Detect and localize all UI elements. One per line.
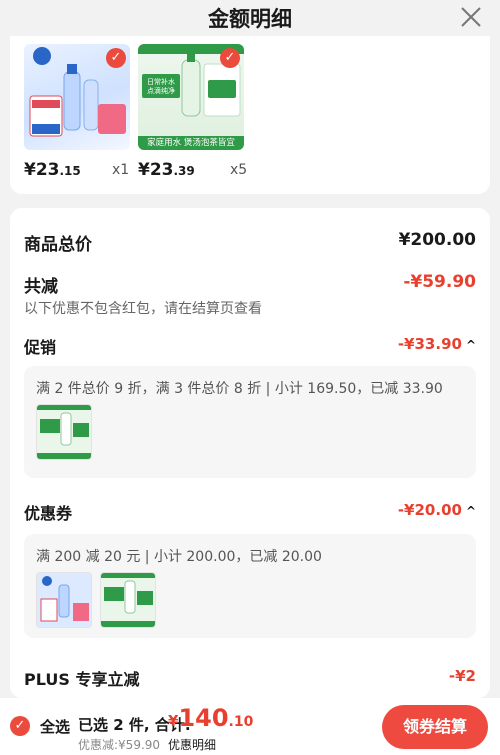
goods-total-value: ¥200.00 (398, 230, 476, 250)
product-banner: 日常补水 点滴纯净 (147, 78, 175, 95)
promotion-value: -¥33.90 (397, 335, 462, 353)
total-amount: ¥140.10 (168, 704, 254, 732)
coupon-product-thumb[interactable] (100, 572, 156, 628)
plus-value: -¥2 (448, 667, 476, 685)
product-qty: x5 (230, 162, 248, 178)
discount-note: 以下优惠不包含红包，请在结算页查看 (24, 301, 262, 317)
bottom-bar: ✓ 全选 已选 2 件, 合计: ¥140.10 优惠减:¥59.90 优惠明细… (0, 698, 500, 755)
water-pack-image (37, 573, 91, 627)
discount-amount: 优惠减:¥59.90 (78, 738, 161, 752)
coupon-detail: 满 200 减 20 元 | 小计 200.00，已减 20.00 (36, 549, 322, 565)
product-qty: x1 (112, 162, 130, 178)
chevron-up-icon: ^ (465, 338, 476, 352)
checked-icon[interactable]: ✓ (106, 48, 126, 68)
promotion-product-thumb[interactable] (36, 404, 92, 460)
goods-total-label: 商品总价 (24, 235, 92, 255)
total-reduce-label: 共减 (24, 277, 58, 297)
product-image[interactable]: 日常补水 点滴纯净 家庭用水 煲汤泡茶皆宜 ✓ (138, 44, 244, 150)
water-bottle-image (101, 573, 155, 627)
plus-label: PLUS 专享立减 (24, 670, 140, 689)
select-all-label[interactable]: 全选 (40, 716, 70, 737)
chevron-up-icon: ^ (465, 504, 476, 518)
checked-icon[interactable]: ✓ (220, 48, 240, 68)
coupon-value: -¥20.00 (397, 501, 462, 519)
promotion-toggle[interactable]: -¥33.90 ^ (398, 335, 476, 353)
total-reduce-value: -¥59.90 (403, 272, 476, 292)
header: 金额明细 (0, 0, 500, 36)
coupon-product-thumb[interactable] (36, 572, 92, 628)
promotion-detail: 满 2 件总价 9 折，满 3 件总价 8 折 | 小计 169.50，已减 3… (36, 381, 443, 397)
coupon-toggle[interactable]: -¥20.00 ^ (398, 501, 476, 519)
select-all-checkbox[interactable]: ✓ (10, 716, 30, 736)
product-list: ✓ ¥23.15 x1 日常补水 点滴纯净 家庭用水 煲汤泡茶皆宜 ✓ ¥23.… (10, 36, 490, 194)
product-caption: 家庭用水 煲汤泡茶皆宜 (147, 138, 235, 148)
page-title: 金额明细 (208, 7, 292, 31)
product-item[interactable]: ✓ ¥23.15 x1 (24, 44, 130, 180)
product-price: ¥23.15 (24, 160, 81, 180)
coupon-label: 优惠券 (24, 504, 73, 523)
promotion-label: 促销 (24, 338, 57, 357)
checkout-button[interactable]: 领券结算 (382, 705, 488, 749)
discount-detail-link[interactable]: 优惠明细 (168, 736, 216, 753)
promotion-box: 满 2 件总价 9 折，满 3 件总价 8 折 | 小计 169.50，已减 3… (24, 366, 476, 478)
product-image[interactable]: ✓ (24, 44, 130, 150)
close-icon[interactable] (460, 6, 482, 28)
product-price: ¥23.39 (138, 160, 195, 180)
product-item[interactable]: 日常补水 点滴纯净 家庭用水 煲汤泡茶皆宜 ✓ ¥23.39 x5 (138, 44, 247, 180)
coupon-box: 满 200 减 20 元 | 小计 200.00，已减 20.00 (24, 534, 476, 638)
price-detail-card: 商品总价 ¥200.00 共减 -¥59.90 以下优惠不包含红包，请在结算页查… (10, 208, 490, 698)
water-bottle-image (37, 405, 91, 459)
